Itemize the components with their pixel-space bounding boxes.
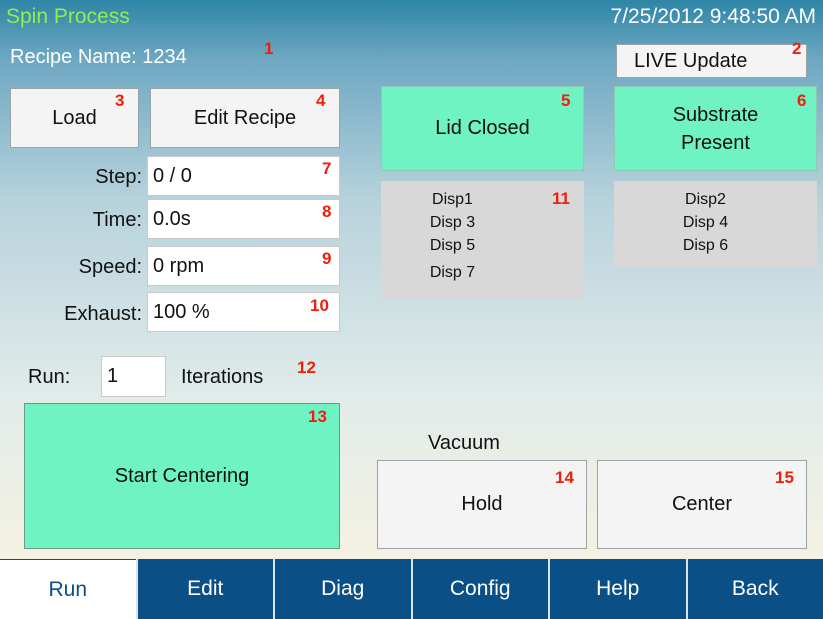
vacuum-label: Vacuum [428, 432, 500, 454]
dispense-item: Disp1 [432, 191, 473, 208]
substrate-status-panel: Substrate Present [614, 86, 817, 171]
marker-5: 5 [561, 91, 571, 110]
marker-9: 9 [322, 249, 332, 268]
marker-8: 8 [322, 202, 332, 221]
substrate-status-line2: Present [681, 131, 750, 154]
dispense-item: Disp2 [685, 191, 726, 208]
recipe-name: Recipe Name: 1234 [10, 46, 187, 68]
marker-14: 14 [555, 468, 574, 487]
substrate-status-line1: Substrate [672, 103, 759, 126]
live-update-label: LIVE Update [634, 49, 748, 72]
marker-3: 3 [115, 91, 125, 110]
marker-10: 10 [310, 296, 329, 315]
marker-13: 13 [308, 407, 327, 426]
bottom-tab-bar: Run Edit Diag Config Help Back [0, 559, 823, 619]
step-label: Step: [95, 166, 142, 188]
marker-15: 15 [775, 468, 794, 487]
tab-help[interactable]: Help [548, 559, 686, 619]
marker-12: 12 [297, 358, 316, 377]
marker-2: 2 [792, 39, 802, 58]
time-field: 0.0s [147, 199, 340, 239]
tab-config[interactable]: Config [410, 559, 548, 619]
dispense-item: Disp 3 [429, 214, 476, 231]
dispense-item: Disp 7 [429, 264, 476, 281]
time-label: Time: [92, 209, 142, 231]
time-value: 0.0s [153, 207, 191, 230]
datetime-display: 7/25/2012 9:48:50 AM [610, 5, 817, 28]
marker-11: 11 [552, 189, 570, 208]
step-value: 0 / 0 [153, 164, 192, 187]
iterations-label: Iterations [181, 366, 264, 388]
center-label: Center [671, 493, 733, 515]
exhaust-label: Exhaust: [64, 303, 142, 325]
lid-status-panel: Lid Closed [381, 86, 584, 171]
screen-title: Spin Process [6, 5, 130, 28]
marker-1: 1 [264, 39, 274, 58]
tab-run[interactable]: Run [0, 559, 136, 619]
spin-process-screen: Spin Process 7/25/2012 9:48:50 AM Recipe… [0, 0, 823, 619]
speed-field: 0 rpm [147, 246, 340, 286]
run-count-value: 1 [107, 365, 119, 387]
exhaust-value: 100 % [153, 300, 210, 323]
marker-6: 6 [797, 91, 807, 110]
lid-status-label: Lid Closed [435, 117, 530, 139]
run-label: Run: [28, 366, 71, 388]
tab-back[interactable]: Back [685, 559, 823, 619]
dispense-item: Disp 6 [682, 237, 729, 254]
speed-value: 0 rpm [153, 254, 205, 277]
start-centering-button[interactable]: Start Centering [24, 403, 340, 549]
edit-recipe-label: Edit Recipe [193, 106, 297, 129]
step-field: 0 / 0 [147, 156, 340, 196]
dispense-item: Disp 5 [429, 237, 476, 254]
dispense-group-2: Disp2 Disp 4 Disp 6 [614, 181, 817, 267]
dispense-item: Disp 4 [682, 214, 729, 231]
speed-label: Speed: [78, 256, 142, 278]
load-label: Load [52, 106, 97, 129]
start-centering-label: Start Centering [114, 464, 250, 487]
tab-edit[interactable]: Edit [135, 559, 273, 619]
edit-recipe-button[interactable]: Edit Recipe [150, 88, 340, 148]
hold-label: Hold [461, 493, 503, 515]
live-update-button[interactable]: LIVE Update [616, 44, 807, 78]
run-count-input[interactable]: 1 [101, 356, 166, 397]
marker-7: 7 [322, 159, 332, 178]
tab-diag[interactable]: Diag [273, 559, 411, 619]
marker-4: 4 [316, 91, 326, 110]
